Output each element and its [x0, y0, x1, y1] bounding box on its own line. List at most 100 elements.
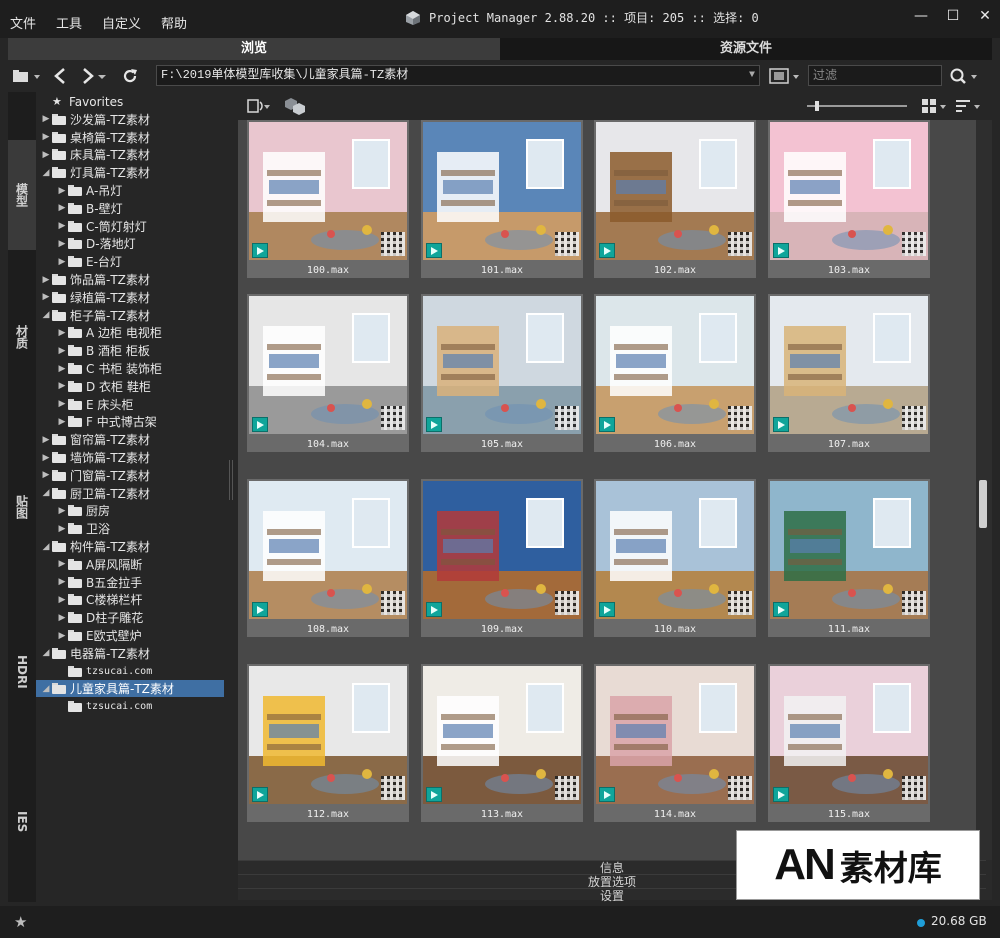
expand-arrow-icon[interactable]: ▶	[56, 577, 68, 587]
tree-node[interactable]: ▶ A 边柜 电视柜	[36, 324, 224, 341]
tree-node[interactable]: ▶ B五金拉手	[36, 574, 224, 591]
expand-arrow-icon[interactable]: ▶	[40, 292, 52, 302]
tree-node[interactable]: ▶ E欧式壁炉	[36, 627, 224, 644]
model-card[interactable]: 111.max	[768, 479, 930, 637]
model-card[interactable]: 113.max	[421, 664, 583, 822]
vtab-maps[interactable]: 贴图	[8, 462, 36, 552]
grid-view-icon[interactable]	[920, 96, 948, 116]
minimize-icon[interactable]: —	[914, 8, 928, 24]
refresh-icon[interactable]	[120, 66, 140, 86]
tree-node[interactable]: ▶ E 床头柜	[36, 396, 224, 413]
expand-arrow-icon[interactable]: ▶	[56, 399, 68, 409]
expand-arrow-icon[interactable]: ▶	[56, 186, 68, 196]
expand-arrow-icon[interactable]: ◢	[40, 542, 52, 552]
expand-arrow-icon[interactable]: ▶	[56, 613, 68, 623]
expand-arrow-icon[interactable]: ▶	[40, 132, 52, 142]
expand-arrow-icon[interactable]: ▶	[40, 435, 52, 445]
folder-menu-icon[interactable]	[12, 66, 42, 86]
tree-node[interactable]: ◢ 厨卫篇-TZ素材	[36, 485, 224, 502]
tree-node[interactable]: ▶ 卫浴	[36, 520, 224, 537]
model-card[interactable]: 107.max	[768, 294, 930, 452]
expand-arrow-icon[interactable]: ▶	[56, 559, 68, 569]
tree-node[interactable]: ▶ 床具篇-TZ素材	[36, 146, 224, 163]
expand-arrow-icon[interactable]: ▶	[56, 417, 68, 427]
tree-node[interactable]: ▶ E-台灯	[36, 253, 224, 270]
model-card[interactable]: 102.max	[594, 120, 756, 278]
model-card[interactable]: 106.max	[594, 294, 756, 452]
tree-node[interactable]: ▶ D柱子雕花	[36, 609, 224, 626]
vtab-hdri[interactable]: HDRI	[8, 622, 36, 722]
expand-arrow-icon[interactable]: ▶	[56, 346, 68, 356]
model-card[interactable]: 105.max	[421, 294, 583, 452]
path-field[interactable]: F:\2019单体模型库收集\儿童家具篇-TZ素材 ▼	[156, 65, 760, 86]
model-card[interactable]: 100.max	[247, 120, 409, 278]
tree-node[interactable]: ▶ C楼梯栏杆	[36, 591, 224, 608]
expand-arrow-icon[interactable]: ◢	[40, 310, 52, 320]
tree-node[interactable]: ▶ 绿植篇-TZ素材	[36, 289, 224, 306]
expand-arrow-icon[interactable]: ▶	[56, 221, 68, 231]
expand-arrow-icon[interactable]: ◢	[40, 488, 52, 498]
restore-icon[interactable]: ☐	[946, 8, 960, 24]
filter-options-icon[interactable]	[768, 66, 804, 86]
expand-arrow-icon[interactable]: ▶	[56, 364, 68, 374]
model-card[interactable]: 115.max	[768, 664, 930, 822]
model-card[interactable]: 103.max	[768, 120, 930, 278]
tree-node[interactable]: tzsucai.com	[36, 698, 224, 715]
tree-favorites[interactable]: ★ Favorites	[36, 93, 224, 110]
tree-node[interactable]: ▶ 沙发篇-TZ素材	[36, 111, 224, 128]
tree-node[interactable]: ◢ 柜子篇-TZ素材	[36, 307, 224, 324]
expand-arrow-icon[interactable]: ▶	[56, 239, 68, 249]
model-card[interactable]: 108.max	[247, 479, 409, 637]
tree-node[interactable]: ▶ 厨房	[36, 502, 224, 519]
tree-node[interactable]: ◢ 灯具篇-TZ素材	[36, 164, 224, 181]
search-icon[interactable]	[948, 66, 982, 86]
tree-node[interactable]: ▶ A-吊灯	[36, 182, 224, 199]
expand-arrow-icon[interactable]: ◢	[40, 684, 52, 694]
filter-input[interactable]	[813, 68, 939, 82]
model-card[interactable]: 104.max	[247, 294, 409, 452]
model-card[interactable]: 114.max	[594, 664, 756, 822]
expand-arrow-icon[interactable]: ▶	[40, 150, 52, 160]
tree-node[interactable]: ▶ C-筒灯射灯	[36, 218, 224, 235]
menu-file[interactable]: 文件	[10, 13, 36, 32]
sort-icon[interactable]	[954, 96, 982, 116]
path-dropdown-icon[interactable]: ▼	[749, 66, 755, 85]
expand-arrow-icon[interactable]: ▶	[40, 275, 52, 285]
expand-arrow-icon[interactable]: ◢	[40, 648, 52, 658]
tree-node[interactable]: ▶ 窗帘篇-TZ素材	[36, 431, 224, 448]
tree-node[interactable]: ▶ F 中式博古架	[36, 413, 224, 430]
tree-node[interactable]: tzsucai.com	[36, 663, 224, 680]
sync-icon[interactable]	[244, 96, 272, 116]
forward-icon[interactable]	[80, 66, 110, 86]
vtab-ies[interactable]: IES	[8, 782, 36, 862]
tree-node[interactable]: ▶ D 衣柜 鞋柜	[36, 378, 224, 395]
tree-node[interactable]: ▶ B-壁灯	[36, 200, 224, 217]
packages-icon[interactable]	[284, 96, 308, 116]
model-card[interactable]: 109.max	[421, 479, 583, 637]
tree-node[interactable]: ▶ 门窗篇-TZ素材	[36, 467, 224, 484]
model-card[interactable]: 112.max	[247, 664, 409, 822]
expand-arrow-icon[interactable]: ▶	[40, 114, 52, 124]
expand-arrow-icon[interactable]: ▶	[56, 328, 68, 338]
back-icon[interactable]	[50, 66, 70, 86]
tree-node[interactable]: ▶ D-落地灯	[36, 235, 224, 252]
thumbnail-size-slider[interactable]	[804, 96, 910, 116]
expand-arrow-icon[interactable]: ▶	[56, 595, 68, 605]
expand-arrow-icon[interactable]: ▶	[56, 381, 68, 391]
vtab-models[interactable]: 模型	[8, 140, 36, 250]
filter-field[interactable]	[808, 65, 942, 86]
tree-node[interactable]: ▶ 桌椅篇-TZ素材	[36, 129, 224, 146]
close-icon[interactable]: ✕	[978, 8, 992, 24]
tree-node[interactable]: ◢ 构件篇-TZ素材	[36, 538, 224, 555]
tree-node[interactable]: ▶ 饰品篇-TZ素材	[36, 271, 224, 288]
grid-scrollbar[interactable]	[976, 120, 992, 860]
expand-arrow-icon[interactable]: ◢	[40, 168, 52, 178]
expand-arrow-icon[interactable]: ▶	[40, 470, 52, 480]
menu-customize[interactable]: 自定义	[102, 13, 141, 32]
tree-node[interactable]: ▶ A屏风隔断	[36, 556, 224, 573]
scrollbar-thumb[interactable]	[979, 480, 987, 528]
menu-help[interactable]: 帮助	[161, 13, 187, 32]
expand-arrow-icon[interactable]: ▶	[56, 506, 68, 516]
menu-tools[interactable]: 工具	[56, 13, 82, 32]
expand-arrow-icon[interactable]: ▶	[56, 631, 68, 641]
